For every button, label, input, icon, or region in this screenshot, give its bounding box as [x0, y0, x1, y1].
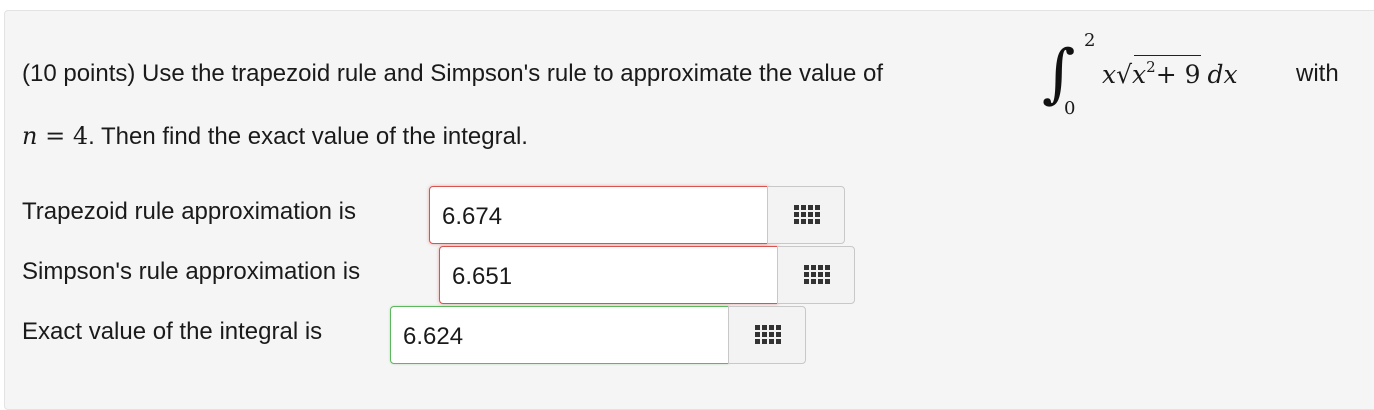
exact-value-equation-editor-button[interactable] [728, 306, 806, 364]
grid-keypad-icon [794, 205, 820, 225]
trapezoid-label: Trapezoid rule approximation is [22, 198, 356, 225]
trapezoid-equation-editor-button[interactable] [767, 186, 845, 244]
grid-keypad-icon [755, 325, 781, 345]
simpson-equation-editor-button[interactable] [777, 246, 855, 304]
question-text: (10 points) Use the trapezoid rule and S… [22, 60, 884, 87]
trapezoid-answer-input[interactable]: 6.674 [429, 186, 768, 244]
integral-upper-limit: 2 [1084, 30, 1096, 51]
sqrt-sign: √ [1116, 60, 1133, 89]
exact-value-answer-input[interactable]: 6.624 [390, 306, 729, 364]
exact-value-label: Exact value of the integral is [22, 318, 323, 345]
grid-keypad-icon [804, 265, 830, 285]
simpson-answer-input[interactable]: 6.651 [439, 246, 778, 304]
n-variable: n [22, 122, 38, 150]
question-text-line2: n = 4. Then find the exact value of the … [22, 122, 528, 150]
simpson-label: Simpson's rule approximation is [22, 258, 361, 285]
radicand: x2+ 9 [1132, 55, 1201, 90]
question-with: with [1296, 60, 1339, 87]
integrand: x√ x2+ 9 dx [1102, 55, 1238, 90]
integral-lower-limit: 0 [1064, 98, 1076, 119]
differential: dx [1207, 60, 1238, 89]
